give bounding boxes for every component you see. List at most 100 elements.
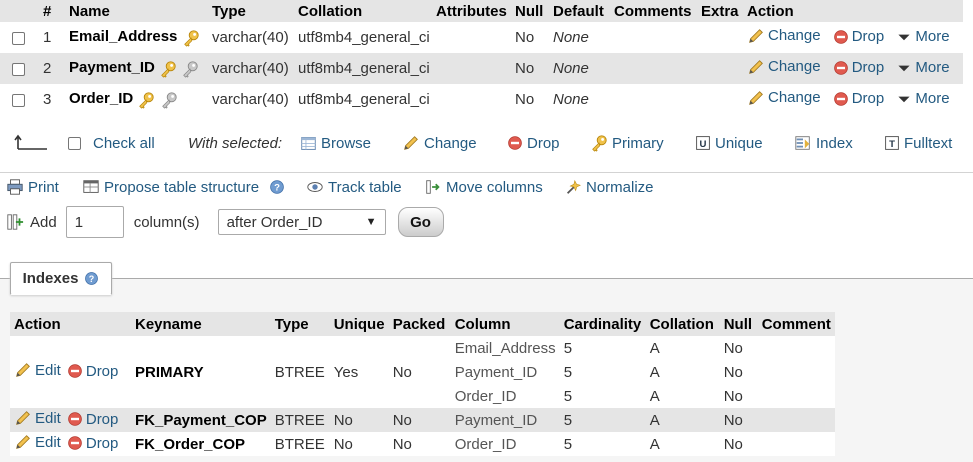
bulk-change-button[interactable]: Change: [402, 134, 477, 152]
drop-button[interactable]: Drop: [833, 59, 884, 76]
column-comments: [611, 84, 698, 115]
drop-label: Drop: [851, 90, 885, 107]
column-type: varchar(40): [209, 22, 295, 53]
propose-structure-link[interactable]: Propose table structure: [82, 178, 285, 196]
header-cardinality: Cardinality: [559, 312, 646, 336]
index-collation: A: [645, 432, 720, 456]
print-label: Print: [28, 178, 59, 196]
print-link[interactable]: Print: [6, 178, 59, 196]
row-checkbox[interactable]: [12, 31, 25, 45]
bulk-drop-button[interactable]: Drop: [507, 135, 560, 152]
index-keyname: FK_Order_COP: [131, 432, 271, 456]
edit-index-button[interactable]: Edit: [14, 361, 61, 379]
primary-button[interactable]: Primary: [590, 134, 664, 152]
index-collation: A: [645, 384, 720, 408]
column-name: Order_ID: [69, 90, 134, 108]
drop-button[interactable]: Drop: [833, 28, 884, 45]
eye-icon: [306, 178, 324, 196]
drop-icon: [507, 135, 523, 151]
go-button[interactable]: Go: [397, 207, 444, 237]
pencil-icon: [14, 433, 32, 451]
column-null: No: [512, 84, 550, 115]
drop-button[interactable]: Drop: [833, 90, 885, 107]
row-checkbox[interactable]: [12, 93, 25, 107]
more-dropdown[interactable]: More: [896, 90, 950, 107]
index-row-fk-payment: Edit Drop FK_Payment_COP BTREE No No Paym…: [10, 408, 835, 432]
edit-index-button[interactable]: Edit: [14, 433, 61, 451]
unique-button[interactable]: Unique: [695, 135, 763, 152]
browse-button[interactable]: Browse: [300, 135, 371, 152]
row-checkbox[interactable]: [12, 62, 25, 76]
drop-icon: [833, 29, 849, 45]
index-label: Index: [816, 134, 853, 152]
index-unique: Yes: [329, 336, 389, 408]
header-action: Action: [744, 0, 963, 22]
check-all-checkbox[interactable]: [68, 136, 81, 150]
drop-index-button[interactable]: Drop: [67, 435, 118, 452]
change-button[interactable]: Change: [747, 89, 821, 107]
change-button[interactable]: Change: [747, 58, 821, 76]
column-name: Payment_ID: [69, 59, 155, 77]
header-comment: Comment: [757, 312, 835, 336]
column-default: None: [550, 53, 611, 84]
with-selected-label: With selected:: [188, 134, 283, 152]
move-columns-link[interactable]: Move columns: [424, 178, 543, 196]
column-count-input[interactable]: 1: [65, 206, 124, 238]
column-comments: [611, 53, 698, 84]
normalize-link[interactable]: Normalize: [564, 178, 654, 196]
chevron-down-icon: [896, 91, 912, 107]
track-label: Track table: [328, 178, 402, 196]
change-button[interactable]: Change: [747, 27, 821, 45]
help-icon[interactable]: [84, 271, 99, 286]
bulk-drop-label: Drop: [527, 134, 560, 152]
add-column-icon: [6, 213, 24, 231]
bulk-change-label: Change: [424, 134, 477, 152]
column-extra: [698, 22, 744, 53]
drop-index-button[interactable]: Drop: [67, 362, 119, 380]
column-attributes: [433, 53, 512, 84]
indexes-tab[interactable]: Indexes: [10, 262, 112, 295]
index-packed: No: [388, 408, 451, 432]
fulltext-button[interactable]: Fulltext: [884, 135, 952, 152]
index-column: Payment_ID: [450, 360, 560, 384]
pencil-icon: [402, 134, 420, 152]
index-comment: [757, 408, 835, 432]
check-all-toggle[interactable]: Check all: [68, 135, 155, 152]
header-keyname: Keyname: [131, 312, 271, 336]
index-null: No: [719, 360, 758, 384]
header-null: Null: [719, 312, 758, 336]
table-row: 3 Order_ID varchar(40) utf8mb4_general_c…: [0, 84, 963, 115]
more-dropdown[interactable]: More: [896, 59, 950, 76]
header-collation: Collation: [295, 0, 433, 22]
primary-label: Primary: [612, 134, 664, 152]
drop-index-button[interactable]: Drop: [67, 411, 118, 428]
column-collation: utf8mb4_general_ci: [295, 53, 433, 84]
change-label: Change: [768, 58, 821, 75]
edit-index-button[interactable]: Edit: [14, 409, 61, 427]
help-icon[interactable]: [269, 179, 285, 195]
index-key-icon: [160, 91, 178, 109]
bulk-actions-bar: Check all With selected: Browse Change D…: [0, 128, 973, 158]
more-dropdown[interactable]: More: [896, 28, 950, 45]
drop-icon: [67, 411, 83, 427]
header-select: [0, 0, 40, 22]
drop-icon: [833, 91, 849, 107]
index-keyname: PRIMARY: [131, 336, 271, 408]
index-button[interactable]: Index: [794, 134, 853, 152]
position-select[interactable]: after Order_ID ▼: [217, 209, 386, 235]
index-keyname: FK_Payment_COP: [131, 408, 271, 432]
table-structure-icon: [82, 178, 100, 196]
column-default: None: [550, 84, 611, 115]
header-null: Null: [512, 0, 550, 22]
drop-label: Drop: [85, 362, 119, 380]
header-extra: Extra: [698, 0, 744, 22]
propose-label: Propose table structure: [104, 178, 260, 196]
pencil-icon: [14, 409, 32, 427]
header-default: Default: [550, 0, 611, 22]
browse-icon: [300, 135, 317, 152]
track-table-link[interactable]: Track table: [306, 178, 402, 196]
table-row: 1 Email_Address varchar(40) utf8mb4_gene…: [0, 22, 963, 53]
index-cardinality: 5: [559, 360, 646, 384]
header-collation: Collation: [645, 312, 720, 336]
index-type: BTREE: [270, 408, 330, 432]
